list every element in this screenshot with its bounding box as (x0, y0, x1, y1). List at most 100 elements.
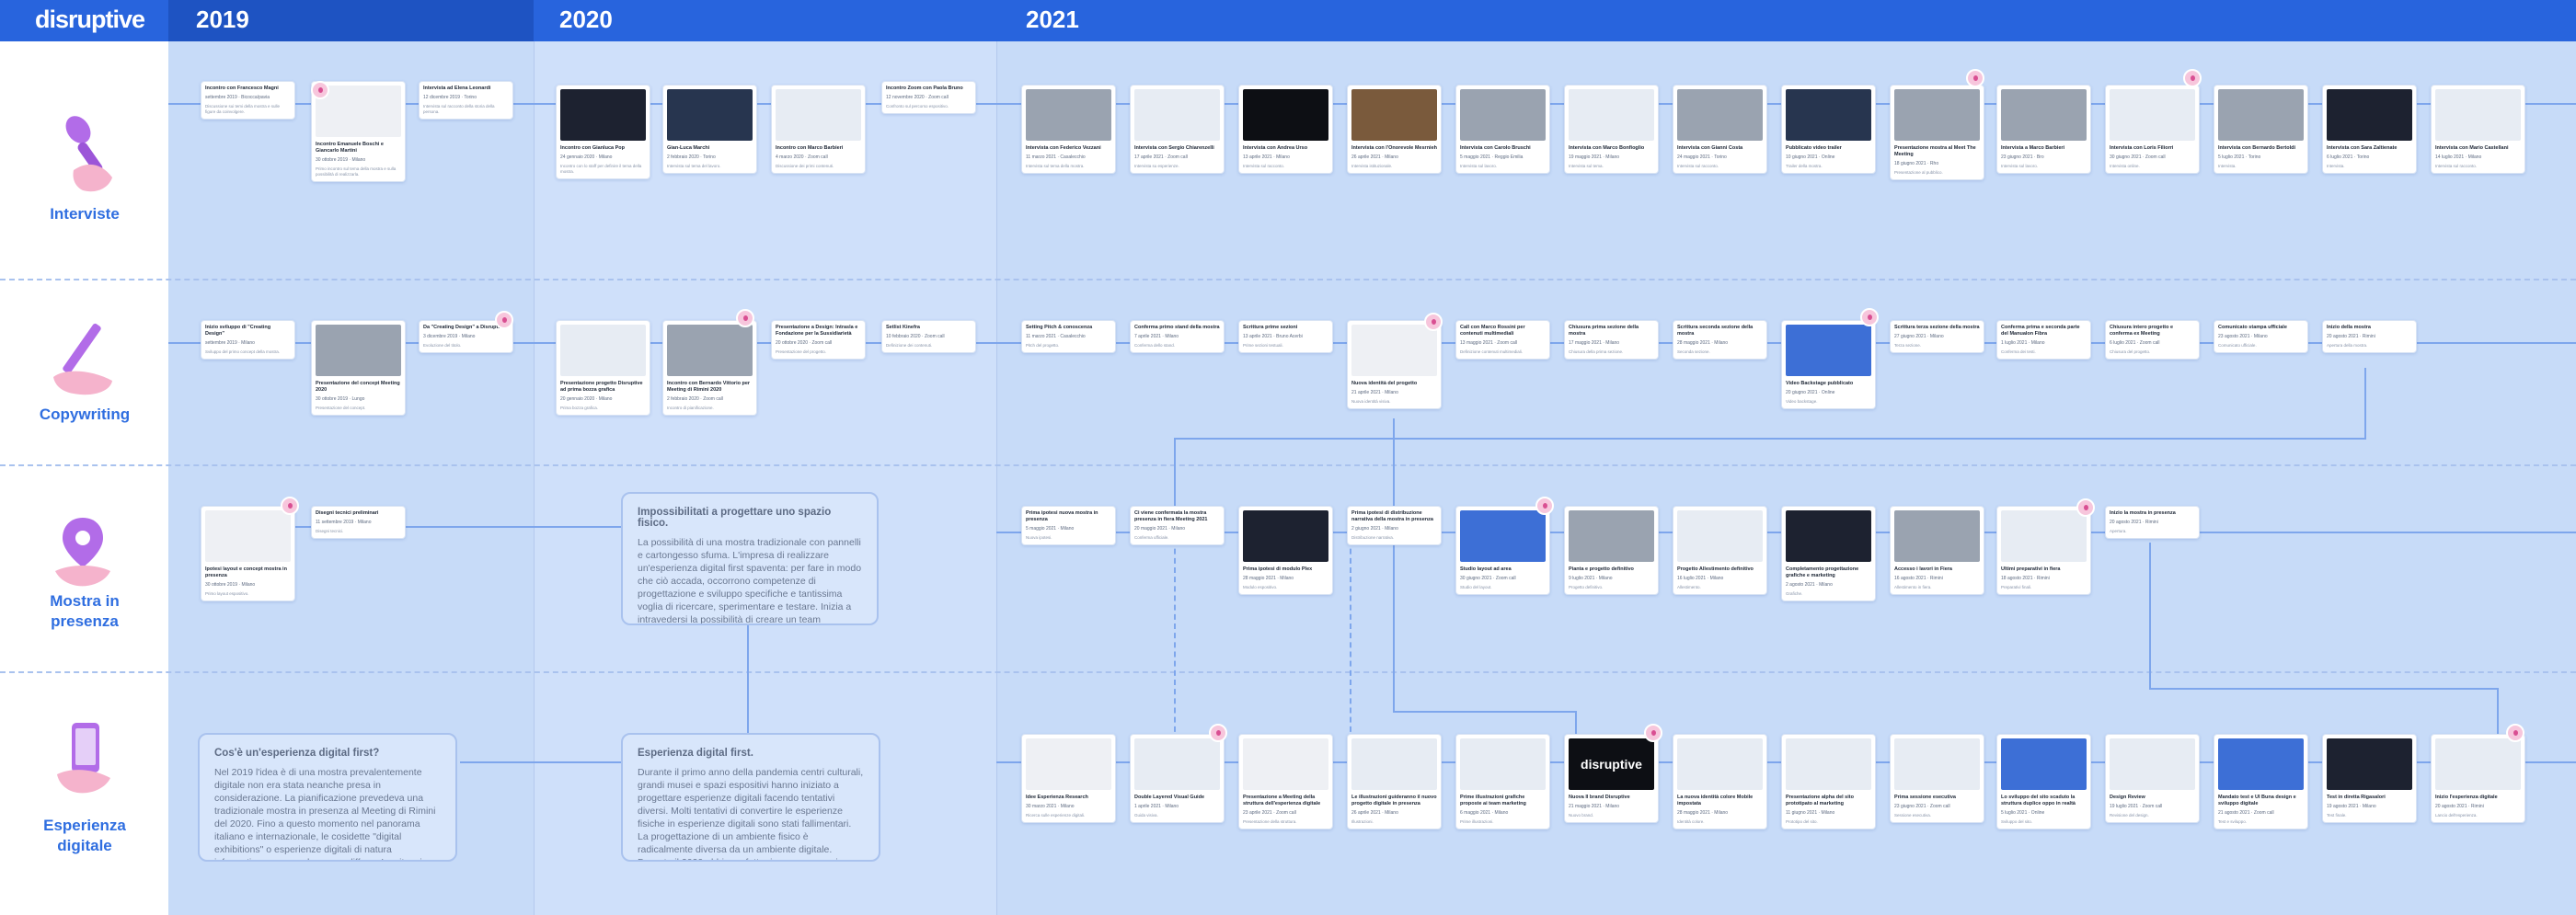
event-card[interactable]: Incontro Zoom con Paola Bruno 12 novembre… (881, 81, 976, 114)
event-photo (776, 89, 861, 141)
event-card[interactable]: Idee Esperienza Research 30 marzo 2021 · … (1021, 734, 1116, 823)
event-card[interactable]: Intervista con Mario Castellani 14 luglio… (2431, 85, 2525, 174)
event-description: Intervista sul racconto. (1677, 164, 1719, 168)
event-card[interactable]: Intervista con l'Onorevole Mesrnieh 26 ap… (1347, 85, 1442, 174)
event-card[interactable]: Scrittura prime sezioni 13 aprile 2021 · … (1238, 320, 1333, 353)
event-card[interactable]: Test in diretta Rigasalori 19 agosto 2021… (2322, 734, 2417, 823)
event-photo (1894, 738, 1980, 790)
row-separator (0, 279, 2576, 280)
event-card[interactable]: Progetto Allestimento definitivo 16 lugli… (1673, 506, 1767, 595)
event-card[interactable]: Ipotesi layout e concept mostra in prese… (201, 506, 295, 601)
event-photo (2110, 89, 2195, 141)
connector-line (1174, 438, 1176, 511)
event-card[interactable]: Intervista ad Elena Leonardi 12 dicembre … (419, 81, 513, 120)
event-card[interactable]: Intervista con Federico Vezzani 11 marzo … (1021, 85, 1116, 174)
event-meta: 6 maggio 2021 · Milano (1460, 810, 1509, 816)
event-card[interactable]: Prima ipotesi di distribuzione narrativa… (1347, 506, 1442, 545)
event-card[interactable]: Incontro con Gianluca Pop 24 gennaio 2020… (556, 85, 650, 179)
event-card[interactable]: Intervista con Marco Bonfioglio 19 maggio… (1564, 85, 1659, 174)
event-title: Presentazione a Meeting della struttura … (1243, 795, 1321, 806)
event-card[interactable]: Presentazione a Meeting della struttura … (1238, 734, 1333, 829)
event-card[interactable]: Chiusura intero progetto e conferma ex M… (2105, 320, 2200, 360)
event-description: Modulo espositivo. (1243, 585, 1278, 589)
event-card[interactable]: La nuova identità colore Mobile impostat… (1673, 734, 1767, 829)
event-card[interactable]: Studio layout ad area 30 giugno 2021 · Zo… (1455, 506, 1550, 595)
event-card[interactable]: Setlist Kinefra 10 febbraio 2020 · Zoom c… (881, 320, 976, 353)
event-card[interactable]: Comunicato stampa ufficiale 23 agosto 202… (2214, 320, 2308, 353)
event-card[interactable]: Incontro con Bernardo Vittorio per Meeti… (662, 320, 757, 416)
event-card[interactable]: Pianta e progetto definitivo 9 luglio 202… (1564, 506, 1659, 595)
event-card[interactable]: Nuova identità del progetto 21 aprile 202… (1347, 320, 1442, 409)
event-title: Intervista con Bernardo Bertoldi (2218, 145, 2296, 151)
event-card[interactable]: Intervista con Andrea Urso 13 aprile 2021… (1238, 85, 1333, 174)
event-card[interactable]: Video Backstage pubblicato 20 giugno 2021… (1781, 320, 1876, 409)
event-card[interactable]: Scrittura seconda sezione della mostra 28… (1673, 320, 1767, 360)
event-photo (1677, 89, 1763, 141)
event-card[interactable]: Inizio la mostra in presenza 20 agosto 20… (2105, 506, 2200, 539)
event-card[interactable]: Intervista con Carolo Bruschi 5 maggio 20… (1455, 85, 1550, 174)
location-pin-icon (1424, 313, 1443, 331)
event-card[interactable]: Presentazione alpha del sito prototipato… (1781, 734, 1876, 829)
event-card[interactable]: Presentazione progetto Disruptive ad pri… (556, 320, 650, 416)
event-card[interactable]: Presentazione del concept Meeting 2020 30… (311, 320, 406, 416)
event-card[interactable]: Conferma primo stand della mostra 7 april… (1130, 320, 1225, 353)
event-card[interactable]: Mandato test e UI Buna design e sviluppo… (2214, 734, 2308, 829)
event-meta: 28 maggio 2021 · Milano (1677, 810, 1729, 816)
event-card[interactable]: Incontro con Francesco Magni settembre 20… (201, 81, 295, 120)
event-description: Terza sezione. (1894, 343, 1922, 348)
event-meta: 23 agosto 2021 · Milano (2218, 334, 2268, 339)
event-card[interactable]: Intervista con Bernardo Bertoldi 5 luglio… (2214, 85, 2308, 174)
event-card[interactable]: Intervista con Gianni Costa 24 maggio 202… (1673, 85, 1767, 174)
event-card[interactable]: Intervista con Sergio Chiarenzelli 17 apr… (1130, 85, 1225, 174)
event-card[interactable]: Scrittura terza sezione della mostra 27 g… (1890, 320, 1984, 353)
event-meta: 5 luglio 2021 · Torino (2218, 154, 2261, 160)
event-card[interactable]: Lo sviluppo del sito scaduto la struttur… (1996, 734, 2091, 829)
event-description: Revisione del design. (2110, 813, 2149, 818)
event-card[interactable]: Intervista a Marco Barbieri 23 giugno 202… (1996, 85, 2091, 174)
event-photo (2218, 738, 2304, 790)
event-card[interactable]: Inizio sviluppo di "Creating Design" sett… (201, 320, 295, 360)
event-description: Comunicato ufficiale. (2218, 343, 2257, 348)
event-photo (1351, 738, 1437, 790)
event-card[interactable]: Double Layered Visual Guide 1 aprile 2021… (1130, 734, 1225, 823)
event-card[interactable]: Disegni tecnici preliminari 11 settembre … (311, 506, 406, 539)
event-card[interactable]: Chiusura prima sezione della mostra 17 ma… (1564, 320, 1659, 360)
event-description: Incontro di pianificazione. (667, 406, 714, 410)
event-title: Intervista con l'Onorevole Mesrnieh (1351, 145, 1437, 151)
event-title: Prima ipotesi di modulo Plex (1243, 566, 1313, 572)
event-card[interactable]: Presentazione a Design: Intrasla e Fonda… (771, 320, 866, 360)
event-card[interactable]: Prima ipotesi nuova mostra in presenza 5 … (1021, 506, 1116, 545)
event-description: Apertura della mostra. (2327, 343, 2368, 348)
event-card[interactable]: Le illustrazioni guideranno il nuovo pro… (1347, 734, 1442, 829)
event-meta: 19 maggio 2021 · Milano (1569, 154, 1620, 160)
event-card[interactable]: Accesso i lavori in Fiera 16 agosto 2021 … (1890, 506, 1984, 595)
event-card[interactable]: Ci viene confermata la mostra presenza i… (1130, 506, 1225, 545)
event-meta: 3 dicembre 2019 · Milano (423, 334, 476, 339)
event-title: Inizio l'esperienza digitale (2435, 795, 2498, 800)
event-card[interactable]: Design Review 19 luglio 2021 · Zoom call R… (2105, 734, 2200, 823)
event-card[interactable]: Inizio l'esperienza digitale 20 agosto 20… (2431, 734, 2525, 823)
event-meta: 11 settembre 2019 · Milano (316, 520, 372, 525)
event-card[interactable]: Gian-Luca Marchi 2 febbraio 2020 · Torino… (662, 85, 757, 174)
event-card[interactable]: Completamento progettazione grafiche e m… (1781, 506, 1876, 601)
event-card[interactable]: Inizio della mostra 20 agosto 2021 · Rimi… (2322, 320, 2417, 353)
event-card[interactable]: Ultimi preparativi in fiera 18 agosto 202… (1996, 506, 2091, 595)
event-card[interactable]: Conferma prima e seconda parte del Manua… (1996, 320, 2091, 360)
disruptive-logo: disruptive (35, 6, 145, 33)
event-card[interactable]: disruptive Nuova Il brand Disruptive 21 ma… (1564, 734, 1659, 823)
event-meta: 10 febbraio 2020 · Zoom call (886, 334, 945, 339)
event-card[interactable]: Incontro con Marco Barbieri 4 marzo 2020 … (771, 85, 866, 174)
event-card[interactable]: Presentazione mostra al Meet The Meeting… (1890, 85, 1984, 180)
event-description: Guida visiva. (1134, 813, 1158, 818)
event-card[interactable]: Pubblicato video trailer 10 giugno 2021 ·… (1781, 85, 1876, 174)
event-card[interactable]: Intervista con Loris Filiorri 30 giugno 2… (2105, 85, 2200, 174)
event-card[interactable]: Prima sessione esecutiva 23 giugno 2021 ·… (1890, 734, 1984, 823)
row-label-interviste: Interviste (50, 205, 120, 223)
event-card[interactable]: Intervista con Sara Zaltienate 6 luglio 2… (2322, 85, 2417, 174)
event-meta: 23 giugno 2021 · Zoom call (1894, 804, 1950, 809)
event-meta: 30 ottobre 2019 · Milano (205, 582, 256, 588)
event-card[interactable]: Prime illustrazioni grafiche proposte ai… (1455, 734, 1550, 829)
event-card[interactable]: Call con Marco Rossini per contenuti mul… (1455, 320, 1550, 360)
event-card[interactable]: Prima ipotesi di modulo Plex 28 maggio 20… (1238, 506, 1333, 595)
event-card[interactable]: Setting Pitch & conoscenza 11 marzo 2021 … (1021, 320, 1116, 353)
